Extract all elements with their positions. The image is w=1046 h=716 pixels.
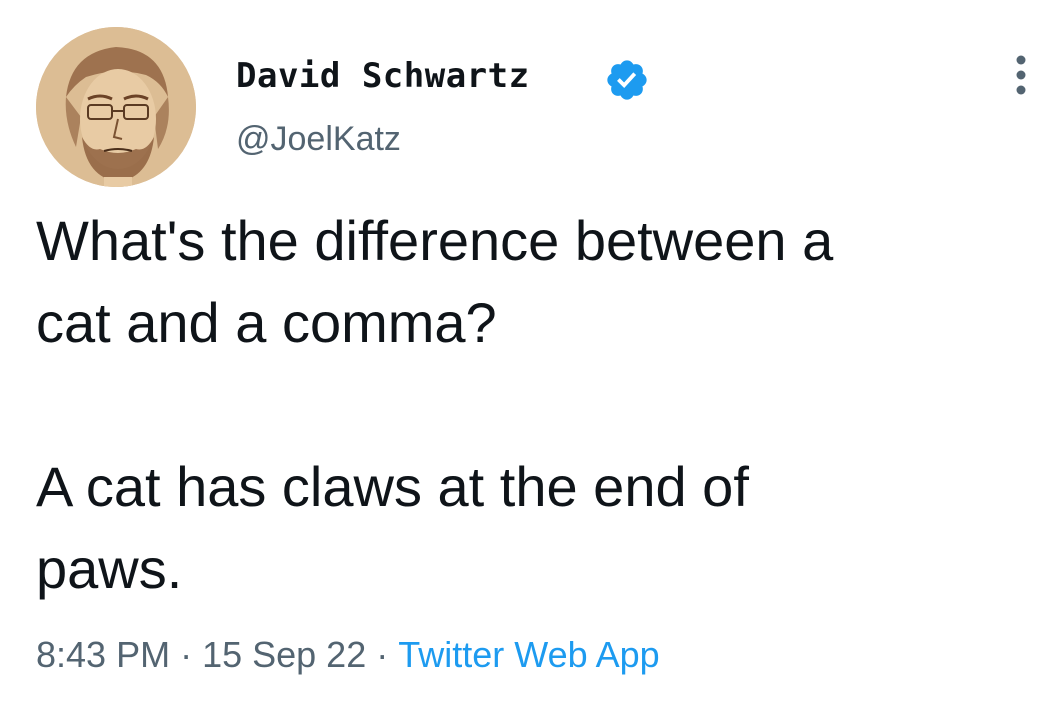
- tweet-date[interactable]: 15 Sep 22: [202, 634, 366, 675]
- verified-badge-icon: [604, 57, 650, 103]
- tweet-text-line: A cat has claws at the end of: [36, 455, 749, 518]
- tweet-meta: 8:43 PM · 15 Sep 22 · Twitter Web App: [36, 634, 660, 676]
- author-display-name[interactable]: David Schwartz: [236, 56, 530, 96]
- tweet-text: What's the difference between a cat and …: [36, 200, 1026, 610]
- sketch-portrait-avatar-icon: [36, 27, 196, 187]
- author-handle[interactable]: @JoelKatz: [236, 120, 401, 159]
- tweet-source-link[interactable]: Twitter Web App: [398, 634, 659, 675]
- tweet-text-line: paws.: [36, 537, 183, 600]
- tweet-card: David Schwartz @JoelKatz What's the diff…: [0, 0, 1046, 716]
- tweet-text-line: What's the difference between a: [36, 209, 834, 272]
- meta-separator: ·: [376, 634, 389, 675]
- tweet-text-line: cat and a comma?: [36, 291, 497, 354]
- tweet-time[interactable]: 8:43 PM: [36, 634, 170, 675]
- more-options-icon[interactable]: [1006, 52, 1036, 98]
- avatar[interactable]: [36, 27, 196, 187]
- meta-separator: ·: [180, 634, 193, 675]
